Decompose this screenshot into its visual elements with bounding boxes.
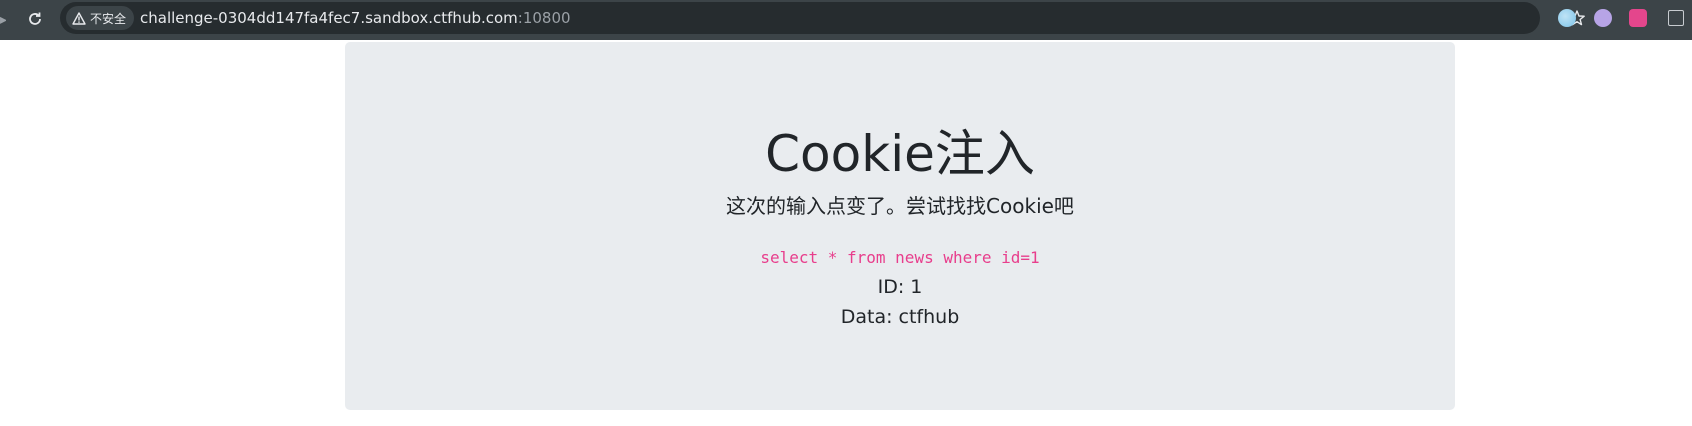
page-title: Cookie注入	[765, 125, 1035, 183]
extension-translate-icon[interactable]	[1629, 9, 1647, 27]
url-port: :10800	[517, 9, 571, 27]
security-label: 不安全	[90, 11, 127, 26]
jumbotron: Cookie注入 这次的输入点变了。尝试找找Cookie吧 select * f…	[345, 42, 1455, 410]
browser-toolbar: ▸ 不安全 challenge-0304dd147fa4fec7.sandbox…	[0, 0, 1692, 40]
warning-icon	[72, 11, 86, 25]
security-indicator[interactable]: 不安全	[66, 6, 135, 30]
url-text[interactable]: challenge-0304dd147fa4fec7.sandbox.ctfhu…	[140, 2, 571, 34]
result-id: ID: 1	[877, 276, 923, 298]
url-host: challenge-0304dd147fa4fec7.sandbox.ctfhu…	[140, 9, 518, 27]
lead-text: 这次的输入点变了。尝试找找Cookie吧	[726, 194, 1074, 218]
extension-purple-icon[interactable]	[1594, 9, 1612, 27]
reload-icon[interactable]	[24, 8, 46, 30]
result-data: Data: ctfhub	[840, 306, 960, 328]
tab-page-icon[interactable]	[1668, 10, 1684, 26]
sql-query: select * from news where id=1	[760, 248, 1040, 267]
back-arrow-icon[interactable]: ▸	[0, 12, 6, 28]
address-bar[interactable]: 不安全 challenge-0304dd147fa4fec7.sandbox.c…	[60, 2, 1585, 34]
extension-globe-icon[interactable]	[1558, 9, 1576, 27]
